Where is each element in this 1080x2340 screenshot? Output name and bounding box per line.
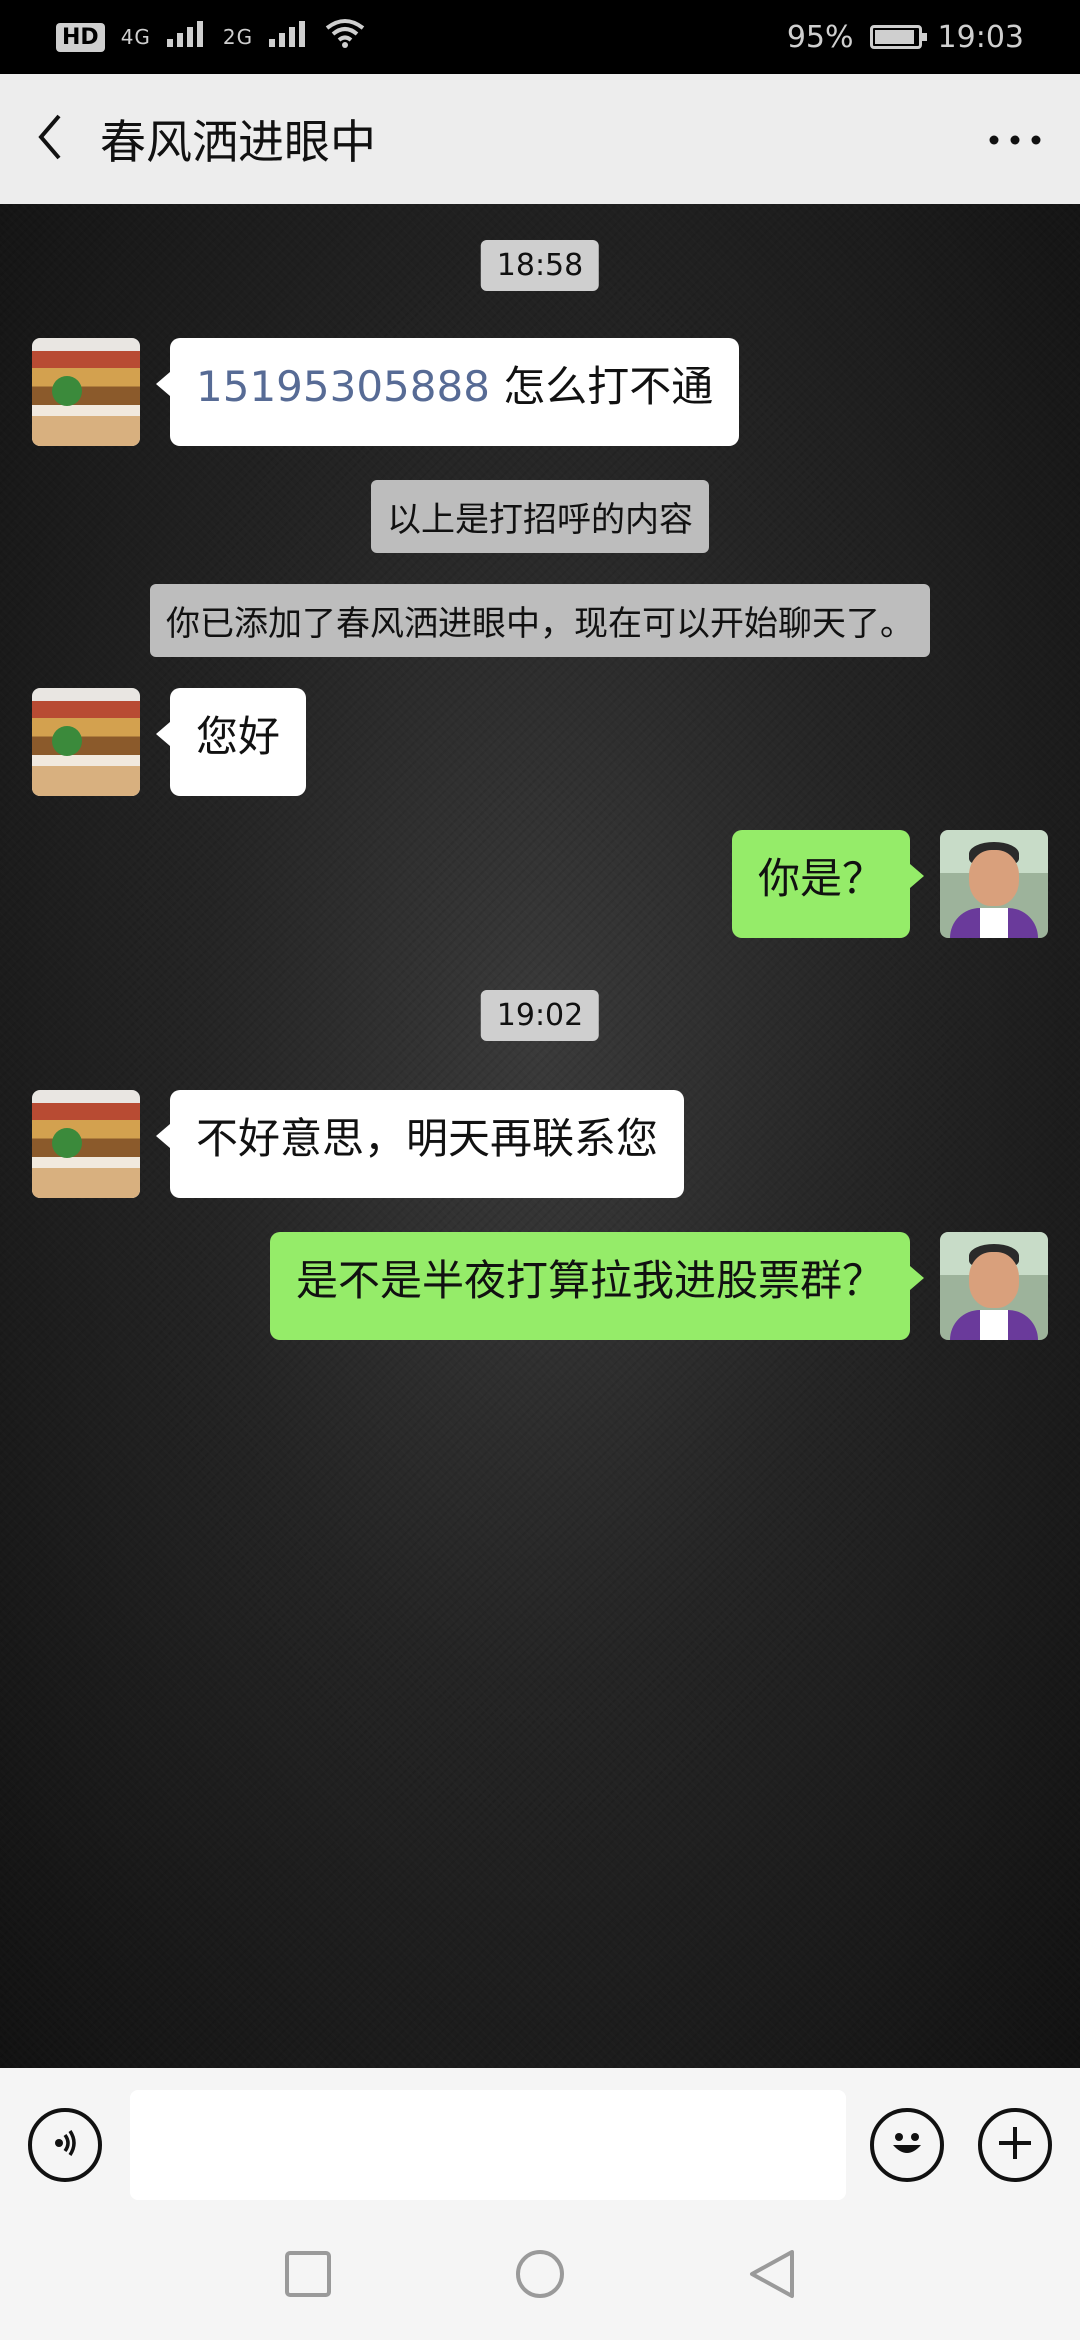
chat-title: 春风洒进眼中 <box>100 115 376 169</box>
wifi-icon <box>325 18 365 56</box>
battery-icon <box>869 25 927 49</box>
signal-icon <box>269 20 309 55</box>
signal-icon <box>166 20 207 55</box>
status-time: 19:03 <box>937 19 1024 55</box>
system-notice: 以上是打招呼的内容 <box>371 480 709 553</box>
square-icon <box>284 2250 332 2302</box>
voice-button[interactable] <box>28 2108 102 2182</box>
back-nav-button[interactable] <box>742 2246 802 2306</box>
home-button[interactable] <box>510 2246 570 2306</box>
sim2-label: 2G <box>222 25 254 49</box>
outgoing-message[interactable]: 是不是半夜打算拉我进股票群？ <box>269 1232 925 1340</box>
user-avatar[interactable] <box>940 830 1048 938</box>
more-horizontal-icon <box>989 130 1041 149</box>
message-text: 是不是半夜打算拉我进股票群？ <box>295 1256 884 1305</box>
battery-fill <box>874 30 915 44</box>
plus-icon <box>995 2123 1035 2167</box>
hd-badge: HD <box>56 22 105 52</box>
more-button[interactable] <box>980 104 1050 174</box>
timestamp: 19:02 <box>480 990 600 1041</box>
message-text: 不好意思，明天再联系您 <box>196 1114 659 1163</box>
chat-header: 春风洒进眼中 <box>0 74 1080 204</box>
message-text: 您好 <box>196 712 281 761</box>
recent-apps-button[interactable] <box>278 2246 338 2306</box>
circle-icon <box>514 2248 566 2304</box>
message-input[interactable] <box>130 2090 846 2200</box>
back-button[interactable] <box>0 74 100 204</box>
timestamp: 18:58 <box>480 240 600 291</box>
incoming-message[interactable]: 您好 <box>155 688 307 796</box>
status-left: HD 4G 2G <box>56 18 365 56</box>
plus-button[interactable] <box>978 2108 1052 2182</box>
system-nav-bar <box>0 2206 1080 2340</box>
status-bar: HD 4G 2G 95% 19:03 <box>0 0 1080 74</box>
voice-icon <box>45 2123 85 2167</box>
system-notice: 你已添加了春风洒进眼中，现在可以开始聊天了。 <box>150 584 930 657</box>
emoji-icon <box>883 2119 931 2171</box>
chat-area[interactable]: 18:58 15195305888 怎么打不通 以上是打招呼的内容 你已添加了春… <box>0 204 1080 2068</box>
incoming-message[interactable]: 不好意思，明天再联系您 <box>155 1090 685 1198</box>
contact-avatar[interactable] <box>32 688 140 796</box>
triangle-back-icon <box>748 2248 796 2304</box>
message-text: 怎么打不通 <box>489 362 714 411</box>
emoji-button[interactable] <box>870 2108 944 2182</box>
contact-avatar[interactable] <box>32 1090 140 1198</box>
sim1-label: 4G <box>120 25 151 49</box>
outgoing-message[interactable]: 你是？ <box>731 830 925 938</box>
input-bar <box>0 2068 1080 2206</box>
contact-avatar[interactable] <box>32 338 140 446</box>
status-right: 95% 19:03 <box>787 20 1024 55</box>
incoming-message[interactable]: 15195305888 怎么打不通 <box>155 338 740 446</box>
message-text: 你是？ <box>757 854 884 903</box>
chevron-left-icon <box>35 112 65 166</box>
user-avatar[interactable] <box>940 1232 1048 1340</box>
phone-number-link[interactable]: 15195305888 <box>196 362 490 411</box>
battery-percent: 95% <box>786 19 854 55</box>
